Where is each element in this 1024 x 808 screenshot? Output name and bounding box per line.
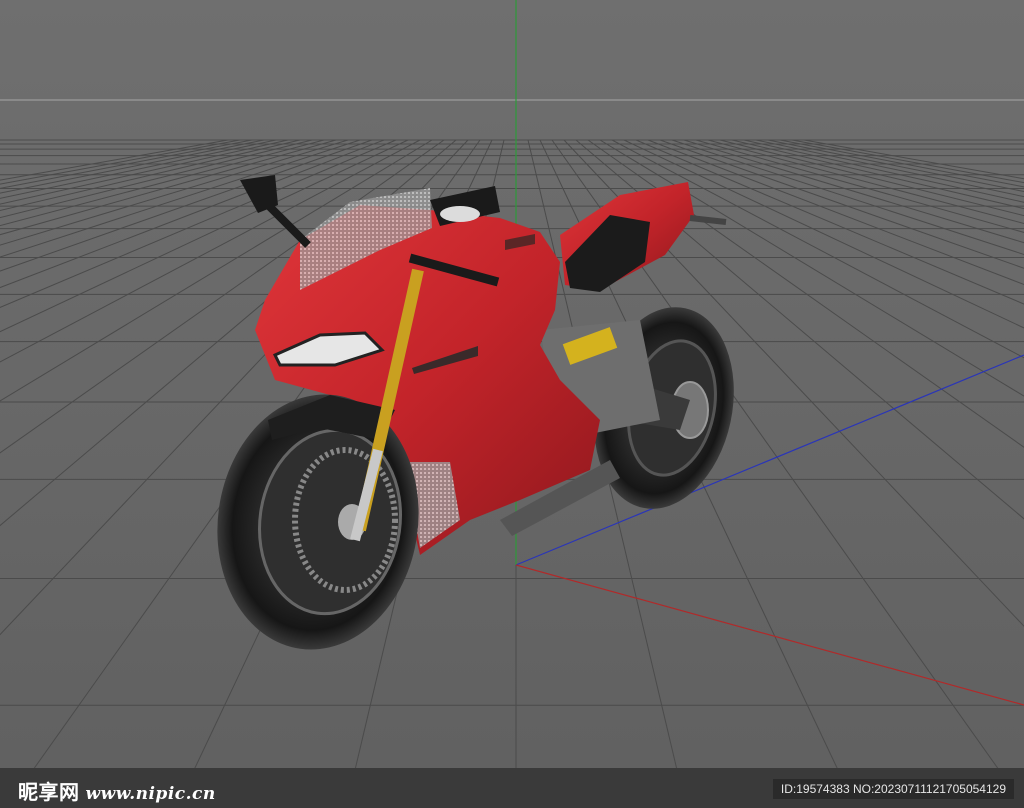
watermark-logo-text: 昵享网 <box>18 780 80 804</box>
image-id-label: ID:19574383 NO:20230711121705054129 <box>772 779 1014 799</box>
3d-viewport[interactable] <box>0 0 1024 808</box>
mirror-indicator <box>440 206 480 222</box>
watermark-url: www.nipic.cn <box>85 784 216 804</box>
watermark-logo: 昵享网 www.nipic.cn <box>18 776 216 805</box>
tail-light <box>689 215 727 225</box>
